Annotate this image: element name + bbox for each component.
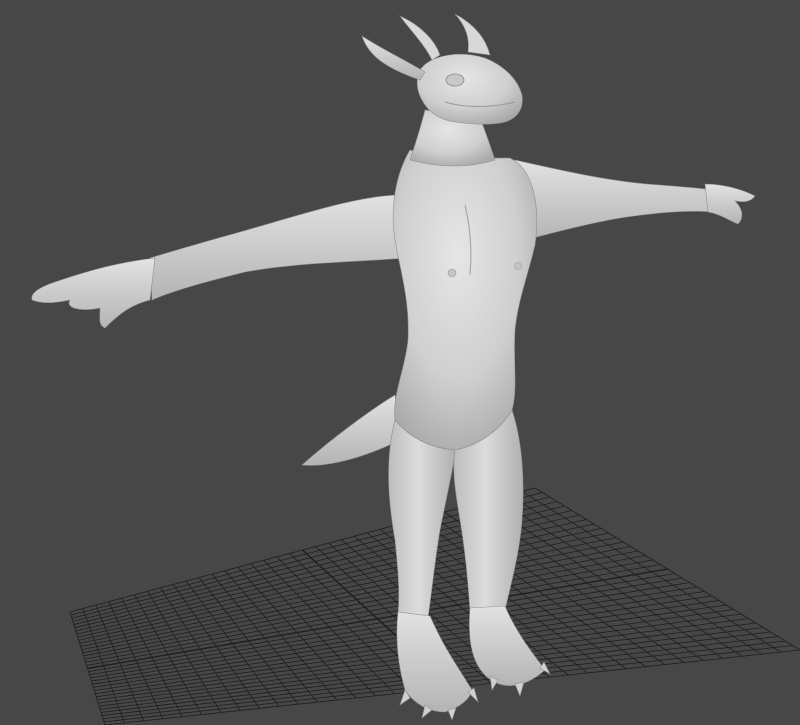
right-nipple — [514, 262, 522, 270]
left-nipple — [447, 268, 457, 278]
3d-viewport[interactable] — [0, 0, 800, 725]
eye — [445, 73, 465, 87]
viewport-canvas[interactable] — [0, 0, 800, 725]
